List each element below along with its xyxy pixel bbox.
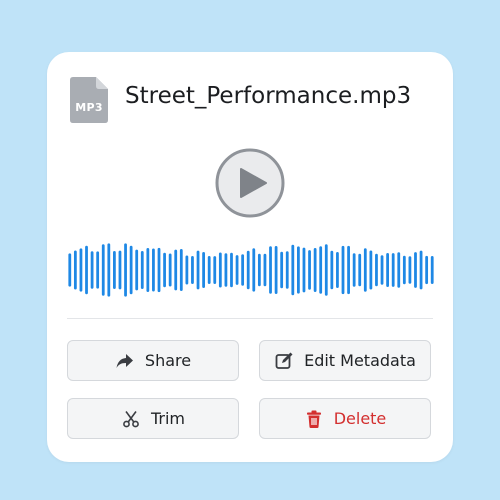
trim-button[interactable]: Trim — [67, 398, 239, 439]
waveform-bar — [402, 255, 406, 285]
waveform-bar — [96, 251, 100, 289]
waveform-bar — [230, 252, 233, 288]
waveform-bar — [241, 254, 245, 286]
edit-metadata-label: Edit Metadata — [304, 351, 416, 370]
waveform-bar — [257, 253, 261, 287]
waveform-bar — [246, 250, 250, 290]
waveform-bar — [369, 250, 373, 290]
file-name: Street_Performance.mp3 — [125, 83, 412, 109]
waveform-bar — [408, 256, 412, 284]
trash-icon — [304, 409, 324, 429]
waveform-bar — [129, 245, 133, 295]
waveform-bar — [414, 252, 417, 288]
share-button[interactable]: Share — [67, 340, 239, 381]
share-label: Share — [144, 351, 192, 370]
waveform-bar — [124, 243, 127, 297]
waveform-bar — [313, 248, 317, 292]
scissors-icon — [121, 409, 141, 429]
waveform-bar — [341, 245, 345, 295]
waveform-bar — [113, 251, 116, 289]
play-button[interactable] — [215, 148, 285, 218]
waveform-bar — [85, 245, 88, 295]
waveform-bar — [397, 252, 401, 288]
audio-file-card: MP3 Street_Performance.mp3 Share Edit Me… — [47, 52, 453, 462]
waveform-bar — [363, 248, 367, 292]
waveform-bar — [90, 251, 94, 289]
edit-icon — [274, 351, 294, 371]
waveform-bar — [330, 250, 334, 290]
waveform-bar — [302, 247, 306, 293]
waveform-bar — [163, 252, 166, 288]
file-extension-label: MP3 — [75, 101, 103, 114]
waveform-bar — [308, 250, 311, 290]
waveform-bar — [430, 255, 434, 285]
waveform-bar — [73, 250, 77, 290]
waveform-bar — [386, 252, 389, 288]
waveform-bar — [419, 250, 423, 290]
waveform-bar — [101, 244, 105, 296]
waveform-bar — [391, 253, 395, 287]
waveform-bar — [174, 249, 178, 291]
waveform-bar — [336, 251, 339, 288]
waveform-bar — [347, 245, 350, 295]
waveform-bar — [224, 253, 228, 287]
waveform-bar — [168, 253, 172, 287]
audio-waveform[interactable] — [67, 242, 435, 298]
divider — [67, 318, 433, 319]
play-icon — [215, 148, 285, 218]
waveform-bar — [269, 246, 272, 294]
waveform-bar — [79, 248, 83, 292]
waveform-bar — [375, 253, 378, 287]
waveform-bar — [157, 247, 161, 293]
waveform-bar — [218, 252, 222, 288]
waveform-bar — [291, 244, 295, 296]
waveform-bar — [324, 244, 328, 296]
waveform-bar — [380, 255, 384, 285]
waveform-bar — [285, 251, 289, 289]
waveform-bar — [140, 250, 144, 290]
waveform-bar — [252, 248, 256, 292]
waveform-bar — [280, 251, 284, 289]
waveform-bar — [352, 253, 356, 287]
waveform-bar — [274, 246, 278, 294]
waveform-bar — [107, 243, 111, 297]
waveform-bar — [207, 255, 211, 285]
waveform-bar — [297, 246, 300, 294]
waveform-bar — [202, 251, 205, 289]
waveform-bar — [235, 255, 239, 285]
waveform-bar — [152, 248, 155, 292]
waveform-bar — [135, 249, 139, 291]
waveform-bar — [263, 253, 267, 287]
waveform-bar — [319, 246, 323, 294]
edit-metadata-button[interactable]: Edit Metadata — [259, 340, 431, 381]
waveform-bar — [118, 250, 122, 290]
waveform-bar — [146, 247, 150, 293]
waveform-bar — [179, 248, 183, 292]
trim-label: Trim — [150, 409, 186, 428]
waveform-bar — [213, 256, 217, 284]
delete-label: Delete — [333, 409, 387, 428]
waveform-bar — [425, 255, 429, 285]
waveform-bar — [68, 253, 72, 287]
share-icon — [115, 351, 135, 371]
waveform-bar — [185, 255, 189, 285]
waveform-bar — [191, 256, 194, 284]
mp3-file-icon: MP3 — [70, 77, 108, 123]
delete-button[interactable]: Delete — [259, 398, 431, 439]
waveform-bar — [196, 250, 200, 290]
waveform-bar — [358, 253, 362, 287]
